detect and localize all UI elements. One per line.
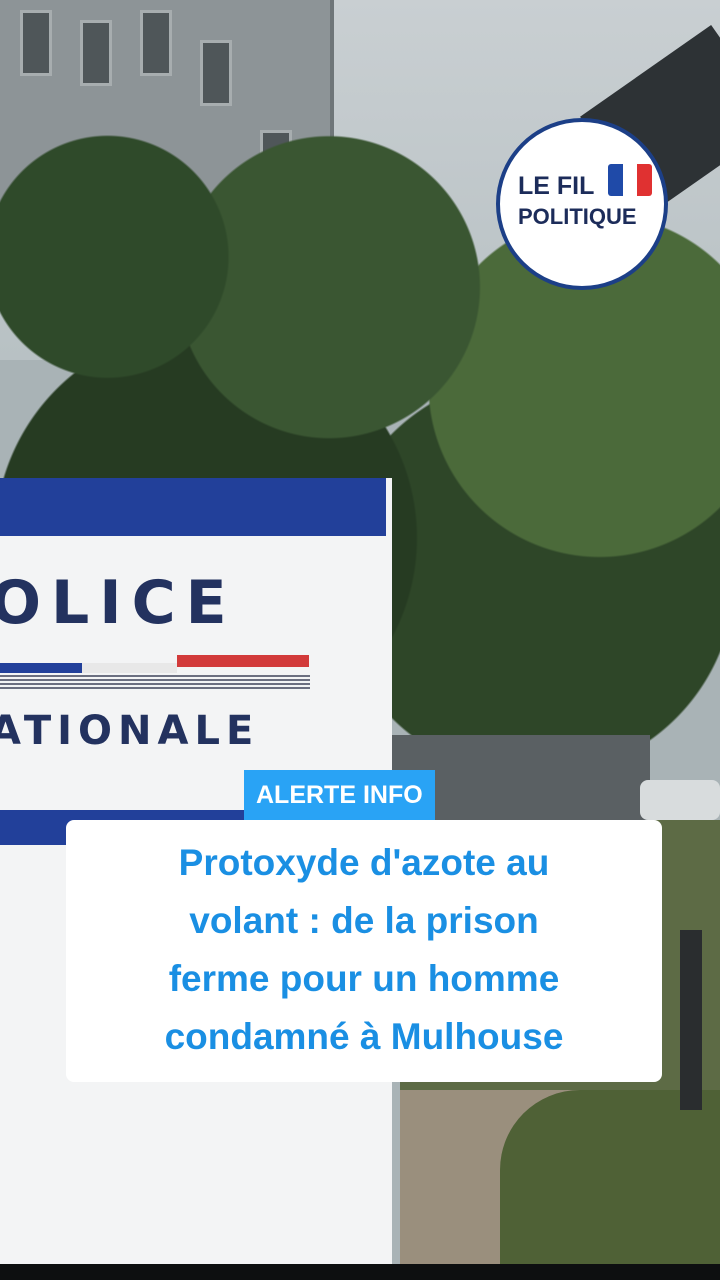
building-window <box>140 10 172 76</box>
headline-line: ferme pour un homme <box>168 958 560 999</box>
bottom-strip <box>0 1264 720 1280</box>
building-window <box>200 40 232 106</box>
headline: Protoxyde d'azote au volant : de la pris… <box>66 834 662 1066</box>
french-flag-icon <box>608 164 652 196</box>
sign-text-nationale: ATIONALE <box>0 708 260 754</box>
alert-badge: ALERTE INFO <box>244 770 435 820</box>
bollard <box>680 930 702 1110</box>
headline-card[interactable]: Protoxyde d'azote au volant : de la pris… <box>66 820 662 1082</box>
logo-line2: POLITIQUE <box>518 204 637 229</box>
sign-flag-blue <box>0 663 82 673</box>
sign-top-bar <box>0 478 386 536</box>
parked-car <box>640 780 720 820</box>
flag-blue <box>608 164 623 196</box>
sign-flag-red <box>177 655 309 667</box>
headline-line: Protoxyde d'azote au <box>178 842 550 883</box>
flag-red <box>637 164 652 196</box>
building-window <box>20 10 52 76</box>
sign-text-police: OLICE <box>0 568 237 638</box>
sign-stripes <box>0 675 310 689</box>
logo-line1: LE FIL <box>518 172 595 200</box>
headline-line: volant : de la prison <box>189 900 539 941</box>
bush <box>500 1090 720 1280</box>
le-fil-politique-logo[interactable]: LE FIL POLITIQUE <box>496 118 668 290</box>
sign-flag-white <box>82 663 177 673</box>
flag-white <box>622 164 638 196</box>
headline-line: condamné à Mulhouse <box>164 1016 564 1057</box>
building-window <box>80 20 112 86</box>
